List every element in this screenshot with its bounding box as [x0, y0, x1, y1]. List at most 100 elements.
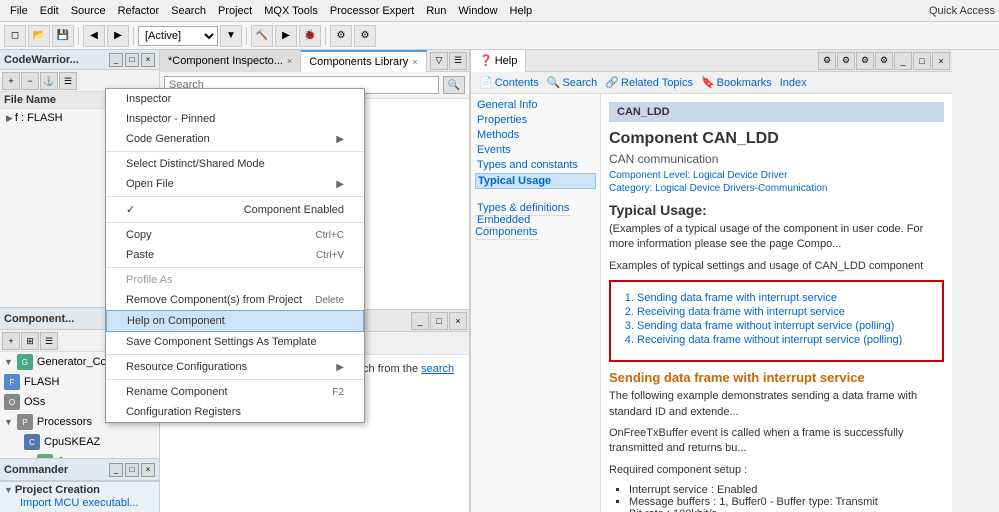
- nav-embedded[interactable]: Embedded Components: [475, 213, 539, 240]
- ctx-copy[interactable]: Copy Ctrl+C: [106, 225, 364, 245]
- menu-refactor[interactable]: Refactor: [112, 3, 166, 19]
- comp-menu[interactable]: ☰: [40, 332, 58, 350]
- tab-inspector-label: *Component Inspecto...: [168, 55, 283, 67]
- ctx-rename-component[interactable]: Rename Component F2: [106, 382, 364, 402]
- toolbar-back[interactable]: ◀: [83, 25, 105, 47]
- help-highlight-title: Sending data frame with interrupt servic…: [609, 370, 944, 385]
- toolbar-settings[interactable]: ⚙: [354, 25, 376, 47]
- toolbar-build[interactable]: 🔨: [251, 25, 273, 47]
- left-collapse[interactable]: −: [21, 72, 39, 90]
- menu-bar: File Edit Source Refactor Search Project…: [0, 0, 999, 22]
- usage-item-1[interactable]: Sending data frame with interrupt servic…: [637, 292, 936, 304]
- ctx-component-enabled[interactable]: ✓ Component Enabled: [106, 199, 364, 220]
- help-meta2: Category: Logical Device Drivers-Communi…: [609, 183, 944, 194]
- nav-methods[interactable]: Methods: [475, 128, 596, 142]
- nav-general-info[interactable]: General Info: [475, 98, 596, 112]
- search-ctrl-max[interactable]: □: [430, 312, 448, 330]
- toolbar-debug[interactable]: 🐞: [299, 25, 321, 47]
- tab-component-inspector[interactable]: *Component Inspecto... ×: [160, 50, 301, 72]
- ctx-inspector[interactable]: Inspector: [106, 89, 364, 109]
- search-ctrl-close[interactable]: ×: [449, 312, 467, 330]
- menu-edit[interactable]: Edit: [34, 3, 65, 19]
- related-label: Related Topics: [621, 77, 693, 89]
- ctx-code-generation[interactable]: Code Generation ▶: [106, 129, 364, 149]
- usage-item-3[interactable]: Sending data frame without interrupt ser…: [637, 320, 936, 332]
- menu-search[interactable]: Search: [165, 3, 212, 19]
- ctx-distinct-mode[interactable]: Select Distinct/Shared Mode: [106, 154, 364, 174]
- ctx-resource-configs[interactable]: Resource Configurations ▶: [106, 357, 364, 377]
- ctx-open-file[interactable]: Open File ▶: [106, 174, 364, 194]
- help-ctrl-3[interactable]: ⚙: [856, 52, 874, 70]
- ctx-remove-component[interactable]: Remove Component(s) from Project Delete: [106, 290, 364, 310]
- menu-project[interactable]: Project: [212, 3, 258, 19]
- commander-collapse[interactable]: _: [109, 463, 123, 477]
- context-menu: Inspector Inspector - Pinned Code Genera…: [105, 88, 365, 423]
- search-ctrl-collapse[interactable]: _: [411, 312, 429, 330]
- tab-help[interactable]: ❓ Help: [471, 50, 526, 72]
- toolbar-dropdown[interactable]: ▼: [220, 25, 242, 47]
- nav-properties[interactable]: Properties: [475, 113, 596, 127]
- library-search-btn[interactable]: 🔍: [443, 76, 465, 94]
- help-breadcrumb: CAN_LDD: [609, 102, 944, 122]
- usage-item-4[interactable]: Receiving data frame without interrupt s…: [637, 334, 936, 346]
- nav-search[interactable]: 🔍 Search: [547, 76, 598, 89]
- mid-ctrl-menu[interactable]: ☰: [449, 52, 467, 70]
- help-usage-intro: Examples of typical settings and usage o…: [609, 259, 944, 274]
- menu-processor[interactable]: Processor Expert: [324, 3, 420, 19]
- tab-library-close[interactable]: ×: [412, 57, 417, 67]
- menu-help[interactable]: Help: [504, 3, 539, 19]
- toolbar-run[interactable]: ▶: [275, 25, 297, 47]
- nav-index[interactable]: Index: [780, 77, 807, 89]
- help-ctrl-collapse[interactable]: _: [894, 52, 912, 70]
- left-new[interactable]: +: [2, 72, 20, 90]
- commander-title: Commander: [4, 464, 68, 476]
- nav-types-constants[interactable]: Types and constants: [475, 158, 596, 172]
- nav-typical-usage[interactable]: Typical Usage: [475, 173, 596, 189]
- contents-label: Contents: [495, 77, 539, 89]
- project-import[interactable]: Import MCU executabl...: [4, 496, 155, 510]
- commander-max[interactable]: □: [125, 463, 139, 477]
- tab-inspector-close[interactable]: ×: [287, 56, 292, 66]
- menu-window[interactable]: Window: [452, 3, 503, 19]
- ctx-config-registers[interactable]: Configuration Registers: [106, 402, 364, 422]
- tab-components-library[interactable]: Components Library ×: [301, 50, 426, 72]
- comp-add[interactable]: +: [2, 332, 20, 350]
- left-menu[interactable]: ☰: [59, 72, 77, 90]
- help-ctrl-2[interactable]: ⚙: [837, 52, 855, 70]
- panel-minimize[interactable]: _: [109, 53, 123, 67]
- comp-collapse[interactable]: ⊞: [21, 332, 39, 350]
- panel-maximize[interactable]: □: [125, 53, 139, 67]
- commander-controls: _ □ ×: [109, 463, 155, 477]
- nav-related[interactable]: 🔗 Related Topics: [605, 76, 693, 89]
- codewarrior-title: CodeWarrior...: [4, 54, 79, 66]
- nav-bookmarks[interactable]: 🔖 Bookmarks: [701, 76, 772, 89]
- usage-item-2[interactable]: Receiving data frame with interrupt serv…: [637, 306, 936, 318]
- toolbar-open[interactable]: 📂: [28, 25, 50, 47]
- menu-mqx[interactable]: MQX Tools: [258, 3, 324, 19]
- toolbar-new[interactable]: ◻: [4, 25, 26, 47]
- help-ctrl-max[interactable]: □: [913, 52, 931, 70]
- toolbar-generate[interactable]: ⚙: [330, 25, 352, 47]
- comp-cpu[interactable]: C CpuSKEAZ: [0, 432, 159, 452]
- ctx-save-template[interactable]: Save Component Settings As Template: [106, 332, 364, 352]
- mid-ctrl-filter[interactable]: ▽: [430, 52, 448, 70]
- nav-contents[interactable]: 📄 Contents: [479, 76, 539, 89]
- menu-run[interactable]: Run: [420, 3, 452, 19]
- ctx-help-on-component[interactable]: Help on Component: [106, 310, 364, 332]
- panel-close[interactable]: ×: [141, 53, 155, 67]
- menu-source[interactable]: Source: [65, 3, 112, 19]
- menu-file[interactable]: File: [4, 3, 34, 19]
- ctx-paste[interactable]: Paste Ctrl+V: [106, 245, 364, 265]
- commander-close[interactable]: ×: [141, 463, 155, 477]
- help-ctrl-1[interactable]: ⚙: [818, 52, 836, 70]
- toolbar-forward[interactable]: ▶: [107, 25, 129, 47]
- left-link[interactable]: ⚓: [40, 72, 58, 90]
- help-ctrl-4[interactable]: ⚙: [875, 52, 893, 70]
- help-typical-usage-title: Typical Usage:: [609, 202, 944, 218]
- toolbar-save[interactable]: 💾: [52, 25, 74, 47]
- ctx-inspector-pinned[interactable]: Inspector - Pinned: [106, 109, 364, 129]
- help-ctrl-close[interactable]: ×: [932, 52, 950, 70]
- toolbar-config-select[interactable]: [Active]: [138, 26, 218, 46]
- tab-library-label: Components Library: [309, 56, 408, 68]
- nav-events[interactable]: Events: [475, 143, 596, 157]
